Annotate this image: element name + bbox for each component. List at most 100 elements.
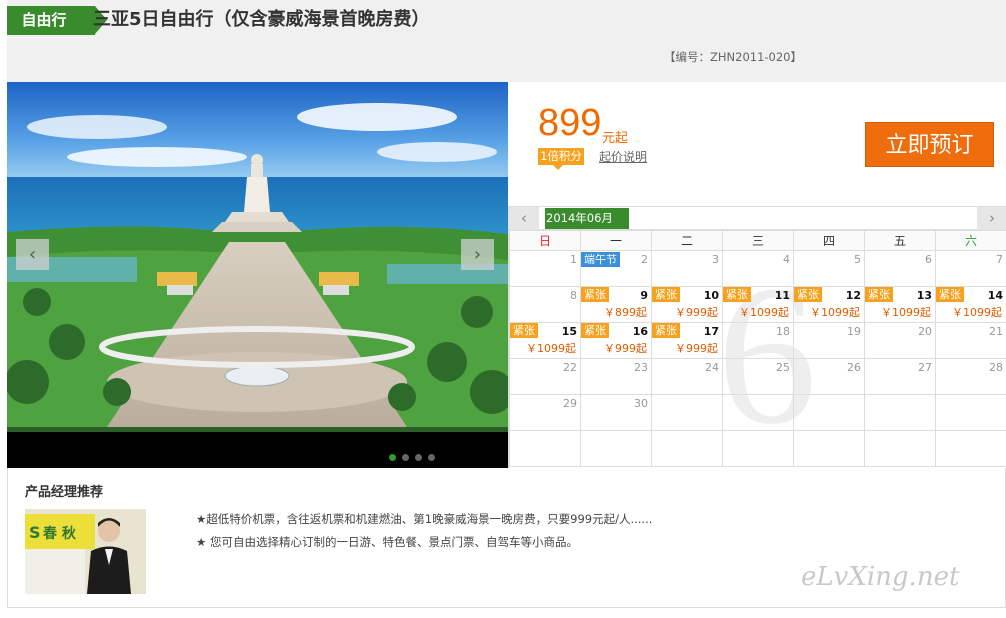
day-number: 11 bbox=[774, 289, 790, 302]
day-number: 29 bbox=[563, 397, 577, 410]
day-number: 26 bbox=[847, 361, 861, 374]
calendar-day-cell[interactable]: 14 紧张 ￥1099起 bbox=[935, 286, 1006, 323]
photo-carousel: ‹ › bbox=[7, 82, 508, 468]
calendar-day-cell: 30 bbox=[580, 394, 652, 431]
calendar-day-cell: 5 bbox=[793, 250, 865, 287]
holiday-badge: 端午节 bbox=[581, 252, 620, 267]
price-value: 899 bbox=[538, 102, 602, 144]
day-number: 20 bbox=[918, 325, 932, 338]
day-number: 7 bbox=[996, 253, 1003, 266]
calendar-next-button[interactable]: › bbox=[977, 207, 1006, 230]
availability-tight-badge: 紧张 bbox=[510, 323, 538, 338]
calendar-day-cell bbox=[793, 430, 865, 467]
calendar-day-cell: 21 bbox=[935, 322, 1006, 359]
calendar-day-cell: 25 bbox=[722, 358, 794, 395]
day-number: 21 bbox=[989, 325, 1003, 338]
calendar-day-cell: 28 bbox=[935, 358, 1006, 395]
calendar-day-cell bbox=[580, 430, 652, 467]
calendar-day-cell bbox=[935, 394, 1006, 431]
weekday-label: 三 bbox=[722, 230, 794, 251]
calendar-day-cell bbox=[864, 430, 936, 467]
day-number: 14 bbox=[987, 289, 1003, 302]
calendar-week-row bbox=[509, 430, 1006, 467]
photo-logo-text: 春 秋 bbox=[42, 525, 77, 542]
chevron-right-icon: › bbox=[989, 209, 995, 227]
day-number: 12 bbox=[845, 289, 861, 302]
day-number: 8 bbox=[570, 289, 577, 302]
price-panel: 899 元起 1倍积分 起价说明 立即预订 bbox=[508, 82, 1006, 206]
carousel-dot[interactable] bbox=[415, 454, 422, 461]
availability-tight-badge: 紧张 bbox=[794, 287, 822, 302]
carousel-dot[interactable] bbox=[402, 454, 409, 461]
price-calendar: 6 ‹ 2014年06月 › 日一二三四五六 1 2 端午节 3 4 5 6 7 8 9 紧张 ￥89… bbox=[508, 206, 1006, 468]
day-number: 9 bbox=[640, 289, 648, 302]
calendar-day-cell: 4 bbox=[722, 250, 794, 287]
calendar-week-row: 29 30 bbox=[509, 394, 1006, 431]
calendar-day-cell[interactable]: 12 紧张 ￥1099起 bbox=[793, 286, 865, 323]
day-number: 30 bbox=[634, 397, 648, 410]
calendar-day-cell: 6 bbox=[864, 250, 936, 287]
day-price: ￥999起 bbox=[604, 342, 647, 355]
calendar-day-cell bbox=[793, 394, 865, 431]
day-price: ￥1099起 bbox=[526, 342, 576, 355]
manager-portrait: S 春 秋 bbox=[25, 509, 146, 594]
calendar-day-cell[interactable]: 16 紧张 ￥999起 bbox=[580, 322, 652, 359]
weekday-header-row: 日一二三四五六 bbox=[509, 230, 1006, 251]
calendar-day-cell: 22 bbox=[509, 358, 581, 395]
day-number: 28 bbox=[989, 361, 1003, 374]
day-number: 4 bbox=[783, 253, 790, 266]
calendar-day-cell: 20 bbox=[864, 322, 936, 359]
calendar-day-cell[interactable]: 11 紧张 ￥1099起 bbox=[722, 286, 794, 323]
day-number: 24 bbox=[705, 361, 719, 374]
calendar-day-cell[interactable]: 15 紧张 ￥1099起 bbox=[509, 322, 581, 359]
carousel-dot[interactable] bbox=[428, 454, 435, 461]
calendar-day-cell bbox=[509, 430, 581, 467]
tag-label: 自由行 bbox=[21, 11, 67, 29]
category-tag: 自由行 bbox=[7, 6, 107, 35]
day-number: 1 bbox=[570, 253, 577, 266]
availability-tight-badge: 紧张 bbox=[865, 287, 893, 302]
resort-photo bbox=[7, 82, 508, 432]
calendar-day-cell: 18 bbox=[722, 322, 794, 359]
chevron-right-icon: › bbox=[473, 244, 482, 265]
day-number: 2 bbox=[641, 253, 648, 266]
carousel-dots bbox=[389, 446, 441, 461]
calendar-prev-button[interactable]: ‹ bbox=[509, 207, 539, 230]
calendar-day-cell: 8 bbox=[509, 286, 581, 323]
price-note-link[interactable]: 起价说明 bbox=[599, 148, 647, 165]
price-unit: 元起 bbox=[602, 131, 629, 146]
day-number: 6 bbox=[925, 253, 932, 266]
day-number: 19 bbox=[847, 325, 861, 338]
book-now-button[interactable]: 立即预订 bbox=[865, 122, 994, 167]
calendar-day-cell[interactable]: 13 紧张 ￥1099起 bbox=[864, 286, 936, 323]
site-watermark: eLvXing.net bbox=[801, 562, 960, 592]
weekday-label: 六 bbox=[935, 230, 1006, 251]
calendar-day-cell: 3 bbox=[651, 250, 723, 287]
calendar-day-cell[interactable]: 10 紧张 ￥999起 bbox=[651, 286, 723, 323]
day-number: 15 bbox=[561, 325, 577, 338]
calendar-day-cell: 19 bbox=[793, 322, 865, 359]
availability-tight-badge: 紧张 bbox=[723, 287, 751, 302]
day-number: 17 bbox=[703, 325, 719, 338]
day-number: 18 bbox=[776, 325, 790, 338]
calendar-day-cell: 29 bbox=[509, 394, 581, 431]
weekday-label: 二 bbox=[651, 230, 723, 251]
weekday-label: 日 bbox=[509, 230, 581, 251]
carousel-prev-button[interactable]: ‹ bbox=[16, 239, 49, 270]
calendar-day-cell[interactable]: 9 紧张 ￥899起 bbox=[580, 286, 652, 323]
calendar-day-cell[interactable]: 17 紧张 ￥999起 bbox=[651, 322, 723, 359]
day-number: 5 bbox=[854, 253, 861, 266]
day-price: ￥999起 bbox=[675, 306, 718, 319]
calendar-day-cell bbox=[722, 394, 794, 431]
day-number: 3 bbox=[712, 253, 719, 266]
points-badge: 1倍积分 bbox=[538, 148, 584, 165]
carousel-dot[interactable] bbox=[389, 454, 396, 461]
product-code: 【编号：ZHN2011-020】 bbox=[664, 50, 802, 64]
calendar-day-cell bbox=[864, 394, 936, 431]
day-price: ￥899起 bbox=[604, 306, 647, 319]
chevron-left-icon: ‹ bbox=[28, 244, 37, 265]
calendar-week-row: 22 23 24 25 26 27 28 bbox=[509, 358, 1006, 395]
calendar-day-cell bbox=[651, 394, 723, 431]
carousel-next-button[interactable]: › bbox=[461, 239, 494, 270]
calendar-week-row: 15 紧张 ￥1099起 16 紧张 ￥999起 17 紧张 ￥999起 18 19 20 21 bbox=[509, 322, 1006, 359]
